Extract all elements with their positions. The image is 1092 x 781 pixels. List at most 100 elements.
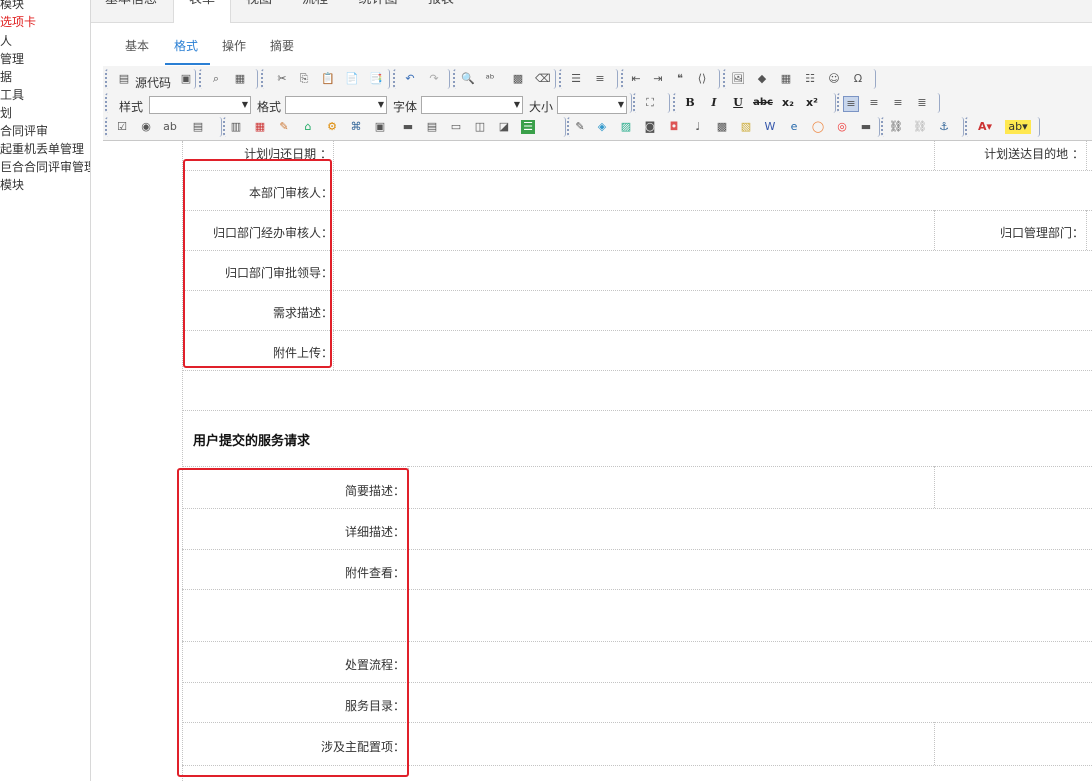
font-select[interactable]: ▼ — [421, 96, 523, 114]
textarea-icon[interactable]: ▤ — [191, 120, 205, 134]
save-template-icon[interactable]: ▣ — [179, 72, 193, 86]
tab-report[interactable]: 报表 — [423, 0, 459, 22]
map-icon[interactable]: ◘ — [667, 120, 681, 134]
doc-control-icon[interactable]: ▭ — [449, 120, 463, 134]
macro-control-icon[interactable]: ✎ — [277, 120, 291, 134]
select-all-icon[interactable]: ▩ — [511, 72, 525, 86]
sidebar-item-contract-review[interactable]: 合同评审 — [0, 124, 48, 138]
format-select[interactable]: ▼ — [285, 96, 387, 114]
paste-word-icon[interactable]: 📑 — [369, 72, 383, 86]
background-color-icon[interactable]: ab▾ — [1005, 120, 1031, 134]
sidebar-item-module[interactable]: 模块 — [0, 0, 24, 11]
bullet-list-icon[interactable]: ≡ — [593, 72, 607, 86]
align-left-icon[interactable]: ≡ — [843, 96, 859, 112]
maximize-icon[interactable]: ⛶ — [643, 96, 657, 110]
camera-icon[interactable]: ◙ — [643, 120, 657, 134]
qrcode-icon[interactable]: ▩ — [715, 120, 729, 134]
templates-icon[interactable]: ▦ — [233, 72, 247, 86]
tab-basic-info[interactable]: 基本信息 — [101, 0, 161, 22]
textfield-icon[interactable]: ab — [163, 120, 177, 134]
subtab-operation[interactable]: 操作 — [222, 37, 246, 54]
style-select[interactable]: ▼ — [149, 96, 251, 114]
special-char-icon[interactable]: Ω — [851, 72, 865, 86]
copy-icon[interactable]: ⎘ — [297, 72, 311, 86]
preview-icon[interactable]: ⌕ — [209, 72, 223, 86]
sidebar-item-tools[interactable]: 工具 — [0, 88, 24, 102]
redo-icon[interactable]: ↷ — [427, 72, 441, 86]
tab-flow[interactable]: 流程 — [297, 0, 333, 22]
flash-icon[interactable]: ◆ — [755, 72, 769, 86]
align-center-icon[interactable]: ≡ — [867, 96, 881, 110]
align-justify-icon[interactable]: ≣ — [915, 96, 929, 110]
numbered-list-icon[interactable]: ☰ — [569, 72, 583, 86]
align-right-icon[interactable]: ≡ — [891, 96, 905, 110]
sidebar-item-crane-lost-order[interactable]: 起重机丢单管理 — [0, 142, 84, 156]
spellcheck-icon[interactable]: ᵃᵇ — [483, 72, 497, 86]
pencil-icon[interactable]: ✎ — [573, 120, 587, 134]
superscript-icon[interactable]: x² — [805, 96, 819, 110]
paste-text-icon[interactable]: 📄 — [345, 72, 359, 86]
link-icon[interactable]: ⛓ — [889, 120, 903, 134]
user-select-icon[interactable]: ⚙ — [325, 120, 339, 134]
sidebar-item-tabs[interactable]: 选项卡 — [0, 15, 36, 29]
indent-icon[interactable]: ⇥ — [651, 72, 665, 86]
tab-view[interactable]: 视图 — [241, 0, 277, 22]
calendar-icon[interactable]: ▦ — [253, 120, 267, 134]
table-icon[interactable]: ▦ — [779, 72, 793, 86]
ie-browser-icon[interactable]: e — [787, 120, 801, 134]
unlink-icon[interactable]: ⛓ — [913, 120, 927, 134]
find-icon[interactable]: 🔍 — [461, 72, 475, 86]
text-color-icon[interactable]: A▾ — [973, 120, 997, 134]
form-design-area[interactable]: 计划归还日期 ： 计划送达目的地 ： 本部门审核人： 归口部门经办审核人： 归口… — [91, 141, 1092, 781]
department-icon[interactable]: ⌂ — [301, 120, 315, 134]
data-select-icon[interactable]: ▣ — [373, 120, 387, 134]
list-control-icon[interactable]: ▥ — [229, 120, 243, 134]
horizontal-rule-icon[interactable]: ☷ — [803, 72, 817, 86]
alarm-icon[interactable]: ◎ — [835, 120, 849, 134]
subtab-summary[interactable]: 摘要 — [270, 37, 294, 54]
list-view-icon[interactable]: ▤ — [425, 120, 439, 134]
sidebar-item-plan[interactable]: 划 — [0, 106, 12, 120]
italic-icon[interactable]: I — [707, 96, 721, 110]
sidebar-item-module-2[interactable]: 模块 — [0, 178, 24, 192]
microphone-icon[interactable]: ♩ — [691, 120, 705, 134]
source-code-label[interactable]: 源代码 — [135, 74, 171, 91]
select-control-icon[interactable]: ⌘ — [349, 120, 363, 134]
hidden-field-icon[interactable]: ▬ — [401, 120, 415, 134]
sidebar-item-contract-review-mgmt[interactable]: 巨合合同评审管理 — [0, 160, 90, 174]
source-code-icon[interactable]: ▤ — [117, 72, 131, 86]
cut-icon[interactable]: ✂ — [275, 72, 289, 86]
anchor-icon[interactable]: ⚓ — [937, 120, 951, 134]
sidebar-item-person[interactable]: 人 — [0, 34, 12, 48]
subscript-icon[interactable]: x₂ — [781, 96, 795, 110]
bold-icon[interactable]: B — [683, 96, 697, 110]
blockquote-icon[interactable]: ❝ — [673, 72, 687, 86]
image-field-icon[interactable]: ▧ — [739, 120, 753, 134]
image-icon[interactable]: 🖼 — [731, 72, 745, 86]
tab-form[interactable]: 表单 — [173, 0, 231, 23]
radio-icon[interactable]: ◉ — [139, 120, 153, 134]
smiley-icon[interactable]: ☺ — [827, 72, 841, 86]
color-wheel-icon[interactable]: ◯ — [811, 120, 825, 134]
sign-control-icon[interactable]: ◪ — [497, 120, 511, 134]
tab-statistics-chart[interactable]: 统计图 — [353, 0, 403, 22]
word-icon[interactable]: W — [763, 120, 777, 134]
sub-table-icon[interactable]: ☰ — [521, 120, 535, 134]
undo-icon[interactable]: ↶ — [403, 72, 417, 86]
embed-control-icon[interactable]: ◫ — [473, 120, 487, 134]
sidebar-item-management[interactable]: 管理 — [0, 52, 24, 66]
picture-control-icon[interactable]: ▨ — [619, 120, 633, 134]
div-container-icon[interactable]: ⟨⟩ — [695, 72, 709, 86]
paste-icon[interactable]: 📋 — [321, 72, 335, 86]
subtab-basic[interactable]: 基本 — [125, 37, 149, 54]
sidebar-item-data[interactable]: 据 — [0, 70, 12, 84]
underline-icon[interactable]: U — [731, 96, 745, 110]
remove-format-icon[interactable]: ⌫ — [535, 72, 551, 86]
divider-control-icon[interactable]: ▬ — [859, 120, 873, 134]
subtab-format[interactable]: 格式 — [174, 37, 198, 54]
strikethrough-icon[interactable]: abc — [753, 96, 773, 110]
cube-icon[interactable]: ◈ — [595, 120, 609, 134]
outdent-icon[interactable]: ⇤ — [629, 72, 643, 86]
checkbox-icon[interactable]: ☑ — [115, 120, 129, 134]
size-select[interactable]: ▼ — [557, 96, 627, 114]
